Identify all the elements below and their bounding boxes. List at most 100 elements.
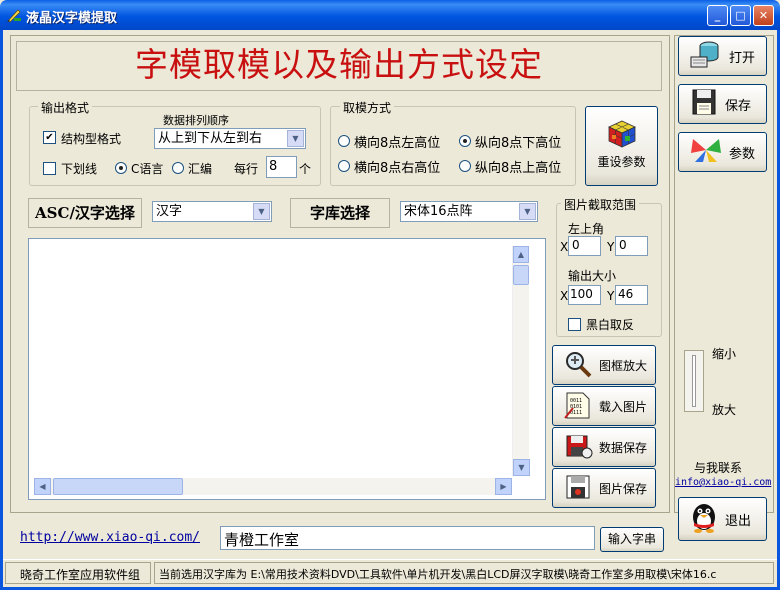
chevron-down-icon[interactable]: ▼ xyxy=(287,130,304,147)
per-row-input[interactable]: 8 xyxy=(266,156,297,178)
binary-file-icon: 0011 0101 0111 xyxy=(563,390,593,423)
chevron-down-icon[interactable]: ▼ xyxy=(253,203,270,220)
minimize-button[interactable]: _ xyxy=(707,5,728,26)
struct-label: 结构型格式 xyxy=(61,132,122,146)
zoom-slider[interactable] xyxy=(684,350,704,412)
order-value: 从上到下从左到右 xyxy=(158,131,263,146)
zoom-frame-label: 图框放大 xyxy=(599,358,648,373)
save-data-button[interactable]: 数据保存 xyxy=(552,427,656,467)
scroll-left-arrow[interactable]: ◀ xyxy=(34,478,51,495)
struct-checkbox[interactable]: ✔ xyxy=(43,131,56,144)
y1-input[interactable]: 0 xyxy=(615,236,648,256)
status-right: 当前选用汉字库为 E:\常用技术资料DVD\工具软件\单片机开发\黑白LCD屏汉… xyxy=(154,562,774,584)
open-button[interactable]: 打开 xyxy=(678,36,767,76)
mode-label: 取模方式 xyxy=(340,99,395,116)
mode-option-3: 横向8点右高位 xyxy=(354,161,441,176)
underline-label: 下划线 xyxy=(61,162,98,176)
c-radio[interactable] xyxy=(115,162,127,174)
font-select[interactable]: 宋体16点阵 ▼ xyxy=(400,201,538,222)
save-image-label: 图片保存 xyxy=(599,481,648,496)
save-image-button[interactable]: 图片保存 xyxy=(552,468,656,508)
per-row-label: 每行 xyxy=(234,162,259,176)
scroll-up-arrow[interactable]: ▲ xyxy=(513,246,529,263)
invert-label: 黑白取反 xyxy=(586,318,635,332)
banner-title: 字模取模以及输出方式设定 xyxy=(135,45,543,84)
scroll-thumb[interactable] xyxy=(513,265,529,285)
save-label: 保存 xyxy=(725,98,752,114)
top-left-label: 左上角 xyxy=(568,222,605,236)
zoom-slider-track xyxy=(692,355,696,407)
reset-params-button[interactable]: 重设参数 xyxy=(585,106,658,186)
maximize-button[interactable]: □ xyxy=(730,5,751,26)
per-row-unit: 个 xyxy=(299,162,312,176)
close-button[interactable]: ✕ xyxy=(753,5,774,26)
output-textarea[interactable] xyxy=(28,238,546,500)
exit-button[interactable]: 退出 xyxy=(678,497,767,541)
crop-label: 图片截取范围 xyxy=(561,196,640,213)
reset-params-label: 重设参数 xyxy=(597,155,646,169)
exit-label: 退出 xyxy=(725,513,752,529)
mode-radio-3[interactable] xyxy=(338,160,350,172)
contact-email-link[interactable]: info@xiao-qi.com xyxy=(675,477,771,488)
website-link[interactable]: http://www.xiao-qi.com/ xyxy=(20,530,200,545)
y2-label: Y xyxy=(607,289,615,303)
asc-select-label: ASC/汉字选择 xyxy=(28,198,142,228)
x2-label: X xyxy=(560,289,569,303)
scroll-down-arrow[interactable]: ▼ xyxy=(513,459,530,476)
params-button[interactable]: 参数 xyxy=(678,132,767,172)
load-image-label: 载入图片 xyxy=(599,399,648,414)
open-label: 打开 xyxy=(729,50,756,66)
asc-select[interactable]: 汉字 ▼ xyxy=(152,201,272,222)
underline-checkbox[interactable] xyxy=(43,162,56,175)
c-label: C语言 xyxy=(131,162,164,176)
chevron-down-icon[interactable]: ▼ xyxy=(519,203,536,220)
window-title: 液晶汉字模提取 xyxy=(26,11,118,26)
mode-radio-2[interactable] xyxy=(459,135,471,147)
x1-input[interactable]: 0 xyxy=(568,236,601,256)
scroll-thumb-horizontal[interactable] xyxy=(53,478,183,495)
mode-radio-4[interactable] xyxy=(459,160,471,172)
title-bar[interactable]: 液晶汉字模提取 _ □ ✕ xyxy=(0,0,780,30)
asc-select-value: 汉字 xyxy=(156,204,183,219)
butterfly-icon xyxy=(689,135,723,169)
vertical-scrollbar[interactable]: ▲ ▼ xyxy=(512,246,530,476)
mode-option-2: 纵向8点下高位 xyxy=(475,136,562,151)
zoom-big-label: 放大 xyxy=(712,403,737,417)
order-select[interactable]: 从上到下从左到右 ▼ xyxy=(154,128,306,149)
x2-input[interactable]: 100 xyxy=(568,285,601,305)
y2-input[interactable]: 46 xyxy=(615,285,648,305)
floppy-icon xyxy=(563,431,593,464)
save-button[interactable]: 保存 xyxy=(678,84,767,124)
font-select-value: 宋体16点阵 xyxy=(404,204,473,219)
rubik-cube-icon xyxy=(607,119,637,152)
mode-option-1: 横向8点左高位 xyxy=(354,136,441,151)
save-data-label: 数据保存 xyxy=(599,440,648,455)
asm-label: 汇编 xyxy=(188,162,213,176)
x1-label: X xyxy=(560,240,569,254)
invert-checkbox[interactable] xyxy=(568,318,581,331)
app-icon xyxy=(6,7,22,26)
banner: 字模取模以及输出方式设定 xyxy=(16,41,662,91)
y1-label: Y xyxy=(607,240,615,254)
asm-radio[interactable] xyxy=(172,162,184,174)
floppy-icon xyxy=(563,472,593,505)
horizontal-scrollbar[interactable]: ◀ ▶ xyxy=(34,478,512,495)
font-select-label: 字库选择 xyxy=(290,198,390,228)
database-open-icon xyxy=(689,39,723,73)
scroll-right-arrow[interactable]: ▶ xyxy=(495,478,512,495)
floppy-icon xyxy=(689,87,719,121)
order-label: 数据排列顺序 xyxy=(163,114,229,127)
string-input[interactable]: 青橙工作室 xyxy=(220,526,595,550)
zoom-small-label: 缩小 xyxy=(712,347,737,361)
mode-option-4: 纵向8点上高位 xyxy=(475,161,562,176)
penguin-icon xyxy=(689,501,719,537)
status-left: 晓奇工作室应用软件组 xyxy=(5,562,151,584)
mode-radio-1[interactable] xyxy=(338,135,350,147)
load-image-button[interactable]: 0011 0101 0111 载入图片 xyxy=(552,386,656,426)
zoom-frame-button[interactable]: 图框放大 xyxy=(552,345,656,385)
size-label: 输出大小 xyxy=(568,269,617,283)
output-format-label: 输出格式 xyxy=(38,99,93,116)
magnifier-icon xyxy=(563,349,593,382)
input-string-button[interactable]: 输入字串 xyxy=(600,527,664,552)
contact-label: 与我联系 xyxy=(694,461,743,475)
